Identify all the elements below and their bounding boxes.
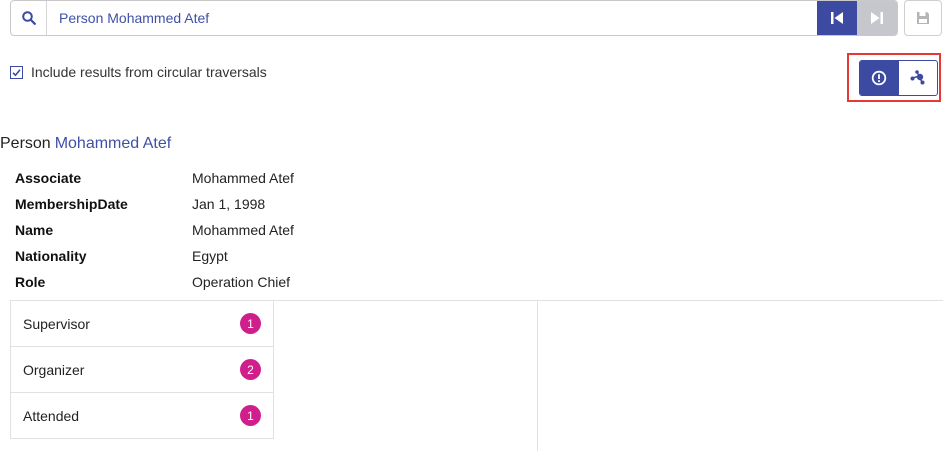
relation-item-supervisor[interactable]: Supervisor 1 [11,301,273,347]
relation-label: Attended [23,407,80,424]
count-badge: 1 [240,313,261,334]
relation-item-attended[interactable]: Attended 1 [11,393,273,439]
last-result-button[interactable] [857,1,897,35]
circular-traversal-option: Include results from circular traversals [10,64,267,80]
graph-nodes-icon [910,70,925,85]
skip-to-first-icon [831,12,843,24]
property-row: Role Operation Chief [15,269,294,295]
property-value: Operation Chief [192,274,291,290]
property-value: Egypt [192,248,228,264]
count-badge: 2 [240,359,261,380]
property-value: Mohammed Atef [192,170,294,186]
search-button[interactable] [11,1,47,35]
relations-panel: Supervisor 1 Organizer 2 Attended 1 [10,300,943,451]
view-toggle-group [859,60,938,96]
property-key: Nationality [15,248,87,264]
circular-traversal-checkbox[interactable] [10,65,23,79]
count-badge: 1 [240,405,261,426]
entity-name-link[interactable]: Mohammed Atef [55,135,172,152]
search-icon [21,11,36,25]
properties-table: Associate Mohammed Atef MembershipDate J… [15,165,294,295]
property-key: Associate [15,170,82,186]
relations-list: Supervisor 1 Organizer 2 Attended 1 [10,301,274,439]
skip-to-last-icon [871,12,883,24]
property-row: Associate Mohammed Atef [15,165,294,191]
alert-circle-icon [872,70,887,86]
graph-view-button[interactable] [899,61,938,95]
checkmark-icon [12,68,21,76]
alert-view-button[interactable] [860,61,899,95]
property-key: MembershipDate [15,196,128,212]
column-divider [537,301,538,451]
property-row: Nationality Egypt [15,243,294,269]
search-input[interactable]: Person Mohammed Atef [47,1,817,35]
first-result-button[interactable] [817,1,857,35]
property-value: Jan 1, 1998 [192,196,266,212]
relation-label: Supervisor [23,315,90,332]
relation-label: Organizer [23,361,85,378]
entity-type: Person [0,135,51,152]
property-key: Name [15,222,54,238]
circular-traversal-label: Include results from circular traversals [31,64,267,80]
property-row: Name Mohammed Atef [15,217,294,243]
search-bar: Person Mohammed Atef [10,0,898,36]
relation-item-organizer[interactable]: Organizer 2 [11,347,273,393]
entity-title: Person Mohammed Atef [0,135,171,153]
property-value: Mohammed Atef [192,222,294,238]
property-row: MembershipDate Jan 1, 1998 [15,191,294,217]
save-icon [917,12,929,24]
property-key: Role [15,274,46,290]
save-button[interactable] [904,0,942,36]
